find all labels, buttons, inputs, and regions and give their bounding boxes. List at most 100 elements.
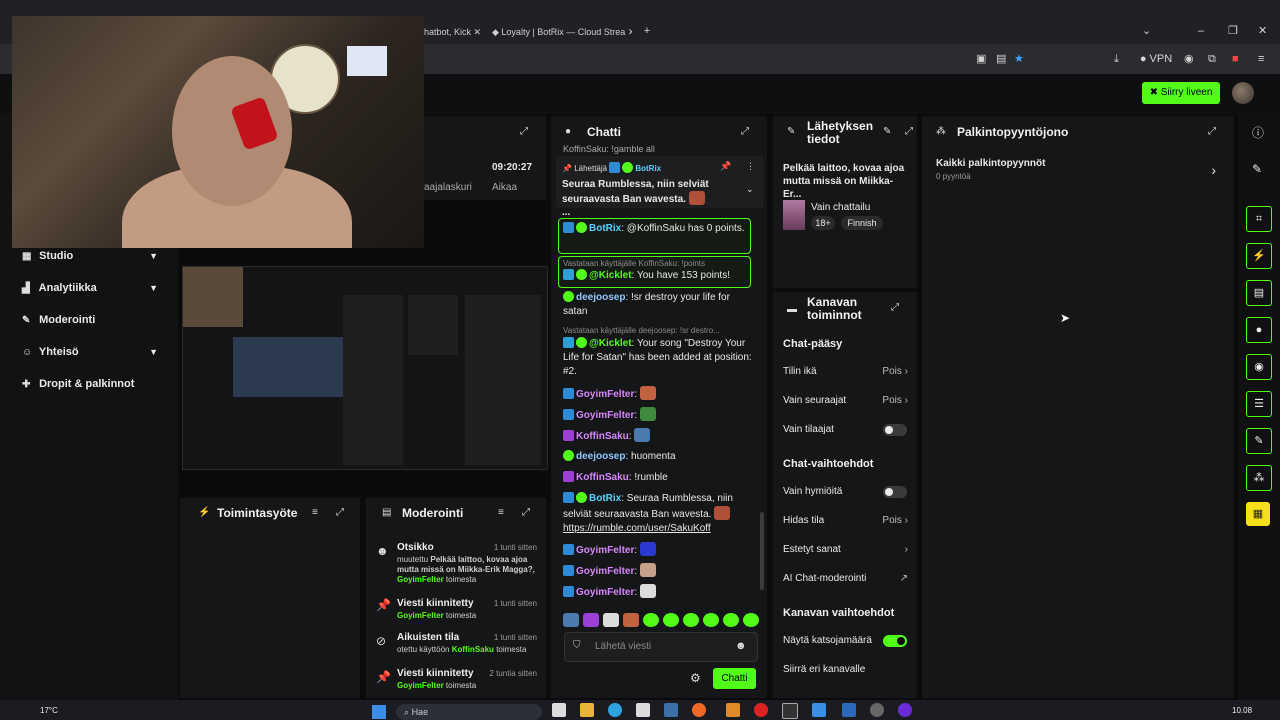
popout-icon[interactable]: ⤢ bbox=[1208, 126, 1216, 137]
more-icon[interactable]: ⋮ bbox=[746, 161, 755, 172]
settings-gear-icon[interactable]: ⚙ bbox=[690, 671, 701, 685]
popout-icon[interactable]: ⤢ bbox=[522, 507, 530, 518]
extension-badge-icon[interactable]: ■ bbox=[1232, 52, 1239, 66]
store-icon[interactable] bbox=[636, 703, 650, 717]
menu-icon[interactable]: ≡ bbox=[1258, 52, 1264, 66]
vlc-icon[interactable] bbox=[726, 703, 740, 717]
screenshot-icon[interactable]: ▣ bbox=[976, 52, 986, 66]
chat-username[interactable]: @Kicklet bbox=[589, 270, 632, 281]
popout-icon[interactable]: ⤢ bbox=[891, 302, 899, 313]
chat-username[interactable]: KoffinSaku bbox=[576, 472, 629, 483]
sidebar-item-drops[interactable]: ✚ Dropit & palkinnot bbox=[22, 374, 172, 394]
emote-icon[interactable] bbox=[643, 613, 659, 627]
new-tab-button[interactable]: + bbox=[640, 24, 654, 38]
all-rewards-row[interactable]: Kaikki palkintopyynnöt 0 pyyntöä › bbox=[936, 158, 1222, 188]
taskbar-search[interactable]: ⌕ Hae bbox=[396, 704, 542, 720]
emote-icon[interactable] bbox=[683, 613, 699, 627]
popout-icon[interactable]: ⤢ bbox=[905, 126, 913, 137]
emote-icon[interactable] bbox=[583, 613, 599, 627]
emote-icon[interactable] bbox=[603, 613, 619, 627]
chat-username[interactable]: GoyimFelter bbox=[576, 389, 634, 400]
followers-only-row[interactable]: Vain seuraajat Pois › bbox=[783, 395, 908, 406]
popout-icon[interactable]: ⤢ bbox=[520, 126, 528, 137]
slow-mode-row[interactable]: Hidas tila Pois › bbox=[783, 515, 908, 526]
emote-icon[interactable] bbox=[723, 613, 739, 627]
chat-username[interactable]: deejoosep bbox=[576, 451, 625, 462]
rail-scan-icon[interactable]: ⌗ bbox=[1246, 206, 1272, 232]
stream-preview[interactable] bbox=[182, 266, 548, 470]
opera-icon[interactable] bbox=[754, 703, 768, 717]
account-age-row[interactable]: Tilin ikä Pois › bbox=[783, 366, 908, 377]
obs-icon[interactable] bbox=[870, 703, 884, 717]
chevron-down-icon[interactable]: ⌄ bbox=[746, 184, 754, 195]
filter-icon[interactable]: ≡ bbox=[498, 507, 504, 518]
emote-icon[interactable] bbox=[663, 613, 679, 627]
chat-username[interactable]: GoyimFelter bbox=[576, 545, 634, 556]
browser-tab[interactable]: hatbot, Kick ✕ bbox=[424, 20, 480, 44]
chat-username[interactable]: BotRix bbox=[589, 493, 621, 504]
sidebar-item-community[interactable]: ☺ Yhteisö ▼ bbox=[22, 342, 172, 362]
chat-username[interactable]: GoyimFelter bbox=[576, 587, 634, 598]
popout-icon[interactable]: ⤢ bbox=[336, 507, 344, 518]
app-icon[interactable] bbox=[842, 703, 856, 717]
subscribers-only-toggle[interactable] bbox=[883, 424, 907, 436]
chat-input[interactable]: ⛉ Lähetä viesti ☻ bbox=[564, 632, 758, 662]
rail-chat-icon[interactable]: ● bbox=[1246, 317, 1272, 343]
send-chat-button[interactable]: Chatti bbox=[713, 668, 756, 689]
file-explorer-icon[interactable] bbox=[580, 703, 594, 717]
chat-username[interactable]: GoyimFelter bbox=[576, 566, 634, 577]
rail-doc-icon[interactable]: ▤ bbox=[1246, 280, 1272, 306]
banned-words-row[interactable]: Estetyt sanat › bbox=[783, 544, 908, 555]
chat-username[interactable]: @Kicklet bbox=[589, 338, 632, 349]
chat-link[interactable]: https://rumble.com/user/SakuKoff bbox=[563, 523, 711, 534]
rail-wrench-icon[interactable]: ✎ bbox=[1246, 428, 1272, 454]
task-view-icon[interactable] bbox=[552, 703, 566, 717]
rail-bolt-icon[interactable]: ⚡ bbox=[1246, 243, 1272, 269]
chat-username[interactable]: GoyimFelter bbox=[576, 410, 634, 421]
pencil-icon[interactable]: ✎ bbox=[1252, 162, 1262, 176]
emote-icon[interactable] bbox=[703, 613, 719, 627]
rail-clapper-icon[interactable]: ▦ bbox=[1246, 502, 1270, 526]
maximize-icon[interactable]: ❐ bbox=[1228, 24, 1238, 38]
chat-scrollbar[interactable] bbox=[760, 512, 764, 590]
info-icon[interactable]: ⓘ bbox=[1252, 124, 1264, 141]
windows-start-icon[interactable] bbox=[372, 705, 386, 719]
chat-username[interactable]: KoffinSaku bbox=[576, 431, 629, 442]
go-live-button[interactable]: ✖ Siirry liveen bbox=[1142, 82, 1220, 104]
pin-icon[interactable]: 📌 bbox=[720, 161, 731, 172]
taskbar-clock[interactable]: 10.08 bbox=[1232, 706, 1252, 715]
app-icon[interactable] bbox=[812, 703, 826, 717]
avatar[interactable] bbox=[1232, 82, 1254, 104]
emote-icon[interactable] bbox=[563, 613, 579, 627]
terminal-icon[interactable] bbox=[782, 703, 798, 719]
reader-icon[interactable]: ▤ bbox=[996, 52, 1006, 66]
sidebar-item-analytics[interactable]: ▟ Analytiikka ▼ bbox=[22, 278, 172, 298]
rail-broadcast-icon[interactable]: ◉ bbox=[1246, 354, 1272, 380]
sidebar-item-studio[interactable]: ▦ Studio ▼ bbox=[22, 246, 172, 266]
rail-rewards-icon[interactable]: ⁂ bbox=[1246, 465, 1272, 491]
vpn-button[interactable]: ● VPN bbox=[1138, 52, 1174, 66]
switch-channel-row[interactable]: Siirrä eri kanavalle bbox=[783, 664, 908, 675]
ai-moderation-row[interactable]: AI Chat-moderointi ↗ bbox=[783, 573, 908, 584]
extensions-icon[interactable]: ⧉ bbox=[1208, 52, 1216, 66]
close-icon[interactable]: ✕ bbox=[1258, 24, 1267, 38]
viewer-count-toggle[interactable] bbox=[883, 635, 907, 647]
chat-username[interactable]: deejoosep bbox=[576, 292, 625, 303]
chat-username[interactable]: BotRix bbox=[589, 223, 621, 234]
weather-widget[interactable]: 17°C bbox=[40, 706, 58, 715]
popout-icon[interactable]: ⤢ bbox=[741, 126, 749, 137]
emote-icon[interactable] bbox=[743, 613, 759, 627]
emotes-only-toggle[interactable] bbox=[883, 486, 907, 498]
emoji-icon[interactable]: ☻ bbox=[735, 640, 747, 652]
steam-icon[interactable] bbox=[664, 703, 678, 717]
browser-tab-active[interactable]: ◆ Loyalty | BotRix — Cloud Strea ✕ bbox=[492, 20, 632, 44]
tab-list-icon[interactable]: ⌄ bbox=[1142, 24, 1151, 38]
emote-icon[interactable] bbox=[623, 613, 639, 627]
wallet-icon[interactable]: ◉ bbox=[1184, 52, 1194, 66]
bookmark-star-icon[interactable]: ★ bbox=[1014, 52, 1024, 66]
minimize-icon[interactable]: – bbox=[1198, 24, 1204, 38]
pinned-message[interactable]: 📌 Lähettäjä BotRix 📌 ⋮ Seuraa Rumblessa,… bbox=[556, 156, 764, 218]
download-icon[interactable]: ⤓ bbox=[1114, 52, 1119, 66]
edge-icon[interactable] bbox=[608, 703, 622, 717]
app-icon[interactable] bbox=[898, 703, 912, 717]
